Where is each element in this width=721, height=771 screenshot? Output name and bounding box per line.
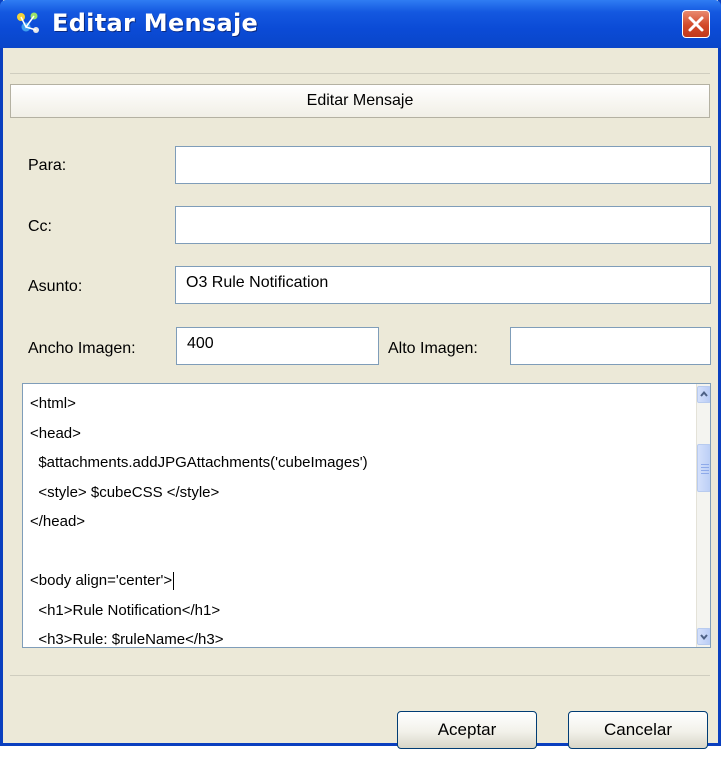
editor-content[interactable]: <html> <head> $attachments.addJPGAttachm… xyxy=(30,389,670,648)
thumb-grip xyxy=(701,473,709,474)
thumb-grip xyxy=(701,470,709,471)
scroll-down-button[interactable] xyxy=(697,628,710,645)
cc-field[interactable] xyxy=(175,206,711,244)
chevron-up-icon xyxy=(700,390,708,397)
cancel-button[interactable]: Cancelar xyxy=(568,711,708,749)
code-line: <html> xyxy=(30,395,76,412)
chevron-down-icon xyxy=(700,634,708,641)
para-label: Para: xyxy=(28,157,67,174)
code-line: <h3>Rule: $ruleName</h3> xyxy=(30,631,224,648)
app-icon xyxy=(17,12,39,33)
dialog-window: Editar Mensaje Editar Mensaje Para: Cc: … xyxy=(0,0,721,749)
ancho-label: Ancho Imagen: xyxy=(28,340,136,357)
text-caret xyxy=(173,572,175,591)
close-button[interactable] xyxy=(682,10,710,38)
code-line: <head> xyxy=(30,424,81,442)
thumb-grip xyxy=(701,464,709,465)
code-line: $attachments.addJPGAttachments('cubeImag… xyxy=(30,454,368,471)
alto-field[interactable] xyxy=(510,327,711,365)
window-title: Editar Mensaje xyxy=(52,9,259,37)
accept-button[interactable]: Aceptar xyxy=(397,711,537,749)
alto-label: Alto Imagen: xyxy=(388,340,478,357)
para-field[interactable] xyxy=(175,146,711,184)
html-editor[interactable]: <html> <head> $attachments.addJPGAttachm… xyxy=(22,383,711,648)
code-line: <style> $cubeCSS </style> xyxy=(30,483,220,501)
header-separator xyxy=(10,73,710,74)
asunto-field[interactable]: O3 Rule Notification xyxy=(175,266,711,304)
dialog-header: Editar Mensaje xyxy=(10,84,710,118)
cc-label: Cc: xyxy=(28,218,52,235)
asunto-label: Asunto: xyxy=(28,278,83,295)
thumb-grip xyxy=(701,467,709,468)
code-line: </head> xyxy=(30,513,86,530)
code-line: <h1>Rule Notification</h1> xyxy=(30,601,221,619)
scroll-thumb[interactable] xyxy=(697,444,710,492)
vertical-scrollbar[interactable] xyxy=(696,384,710,647)
footer-divider xyxy=(10,675,710,676)
scroll-up-button[interactable] xyxy=(697,386,710,403)
title-bar[interactable]: Editar Mensaje xyxy=(0,0,721,48)
close-icon xyxy=(688,16,704,32)
code-line-with-caret: <body align='center'> xyxy=(30,566,670,596)
code-line: <body align='center'> xyxy=(30,572,173,589)
ancho-field[interactable]: 400 xyxy=(176,327,379,365)
